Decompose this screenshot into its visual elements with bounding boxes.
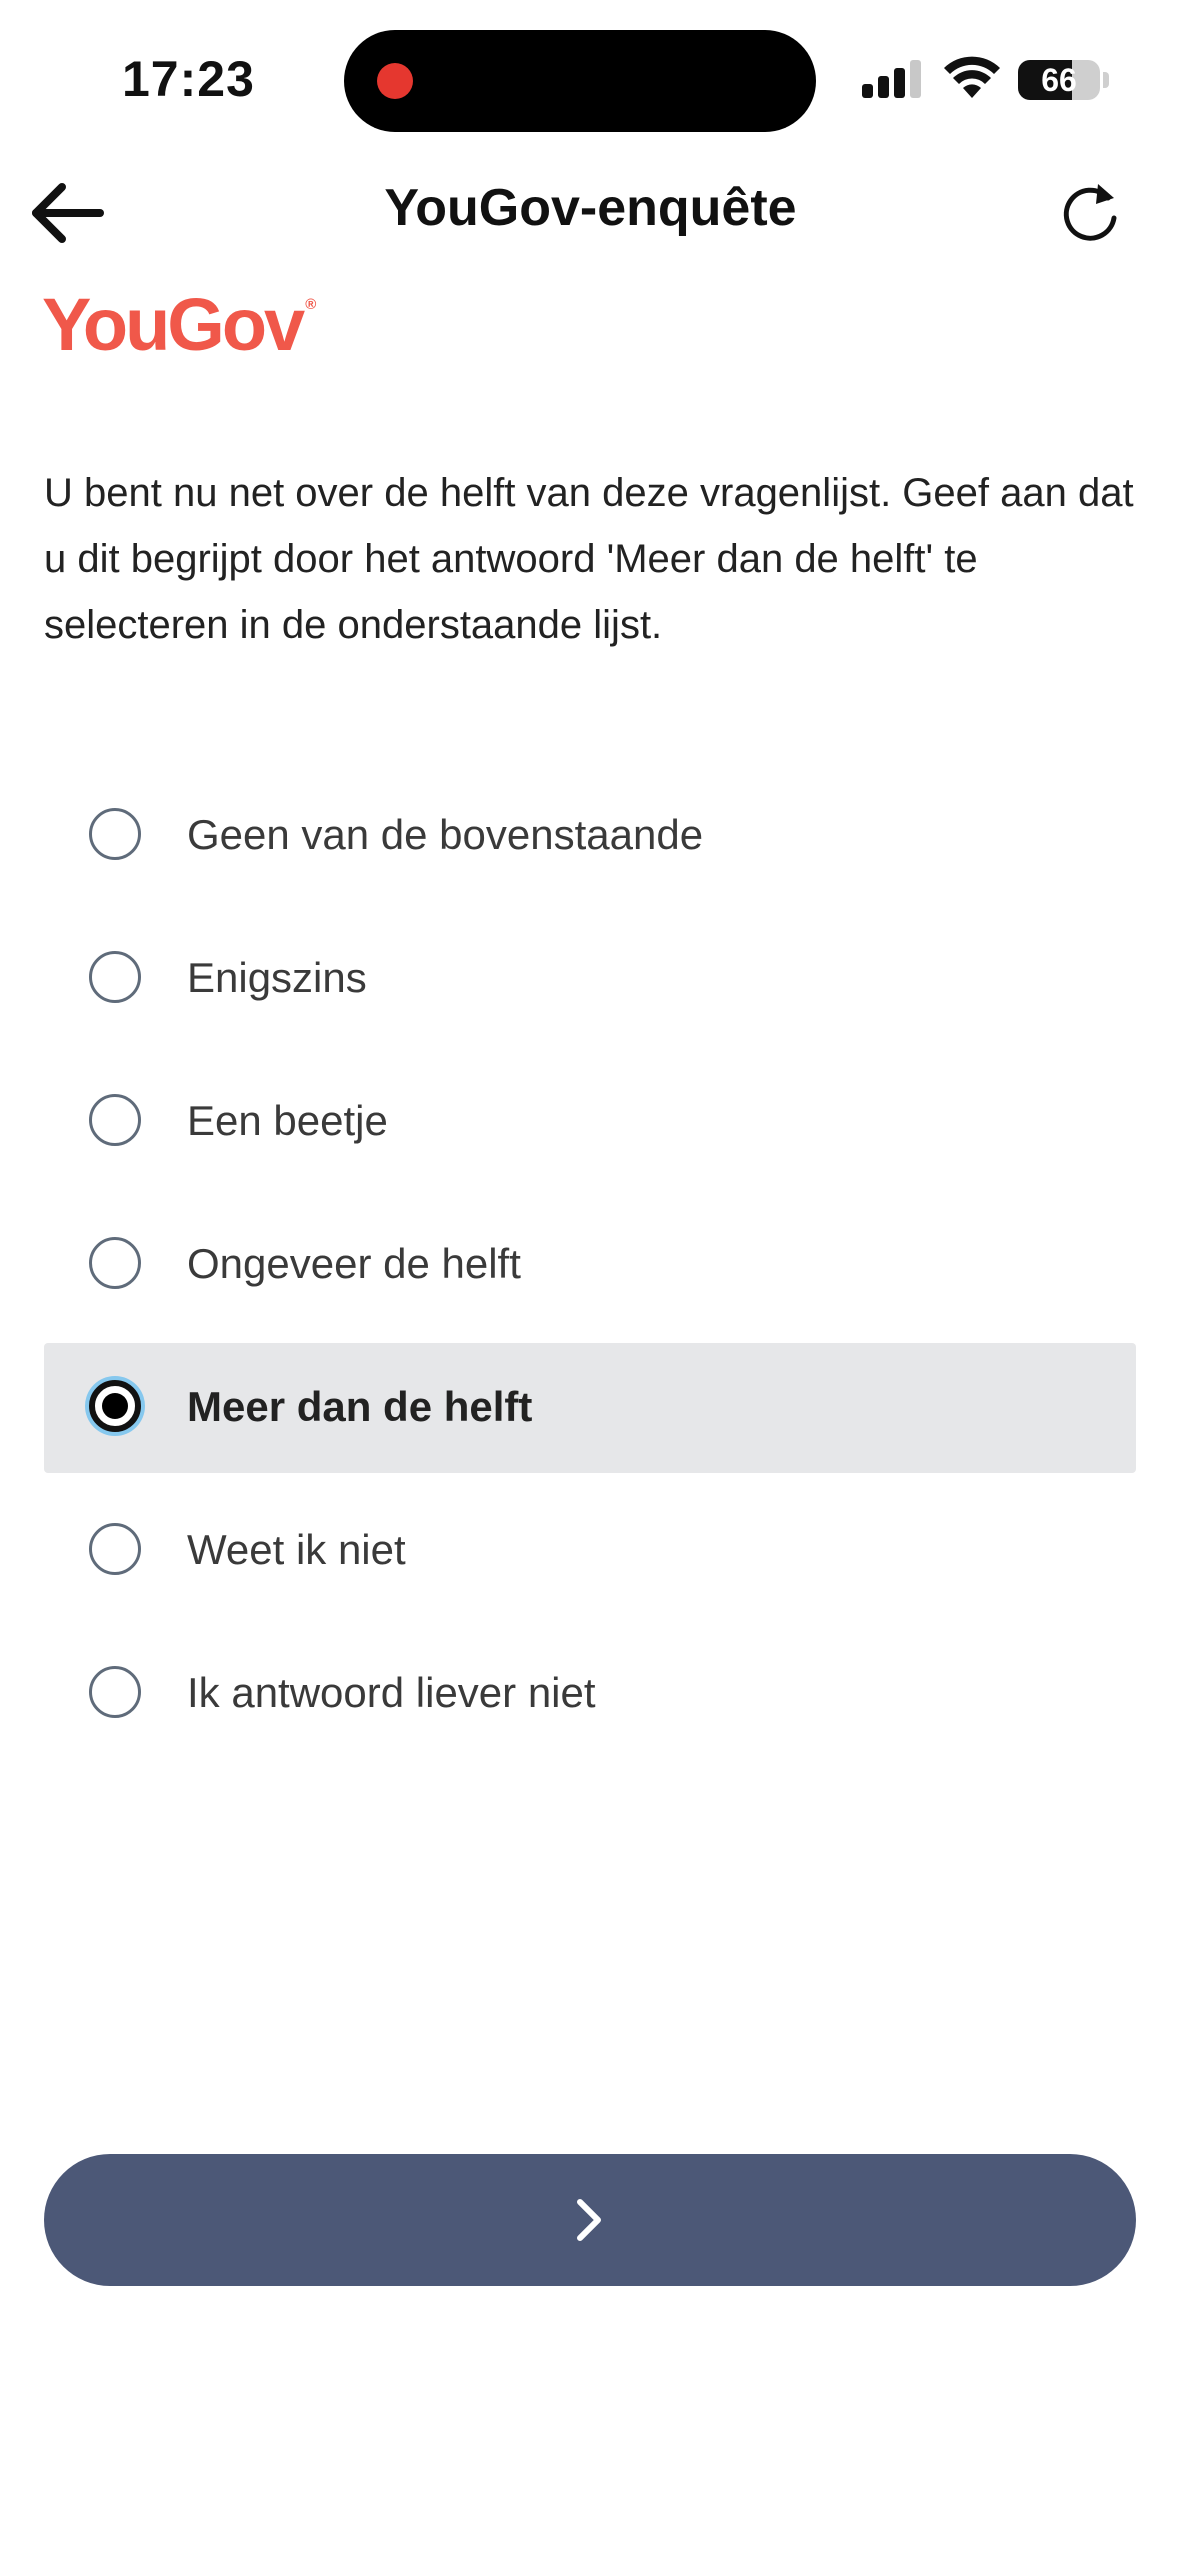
radio-button[interactable] [89, 1380, 141, 1432]
refresh-button[interactable] [1050, 172, 1130, 252]
wifi-icon [944, 56, 1000, 98]
radio-button[interactable] [89, 1094, 141, 1146]
logo-text: YouGov [42, 283, 305, 366]
question-text: U bent nu net over de helft van deze vra… [44, 471, 1134, 647]
option-een-beetje[interactable]: Een beetje [44, 1057, 1136, 1187]
option-enigszins[interactable]: Enigszins [44, 914, 1136, 1044]
cellular-signal-icon [862, 60, 924, 98]
option-meer-dan-de-helft[interactable]: Meer dan de helft [44, 1343, 1136, 1473]
refresh-icon [1063, 184, 1117, 241]
navigation-bar: YouGov-enquête [0, 160, 1181, 290]
status-bar: 17:23 66 [0, 0, 1181, 160]
page-title: YouGov-enquête [384, 179, 797, 237]
option-label: Weet ik niet [187, 1526, 406, 1573]
option-weet-ik-niet[interactable]: Weet ik niet [44, 1486, 1136, 1616]
radio-button[interactable] [89, 1237, 141, 1289]
status-time: 17:23 [122, 51, 255, 107]
battery-tip [1103, 72, 1109, 88]
answer-options: Geen van de bovenstaande Enigszins Een b… [44, 771, 1136, 1772]
option-label: Meer dan de helft [187, 1383, 533, 1430]
radio-button[interactable] [89, 1666, 141, 1718]
option-label: Ik antwoord liever niet [187, 1669, 596, 1716]
radio-button[interactable] [89, 951, 141, 1003]
back-button[interactable] [22, 168, 112, 258]
registered-mark-icon: ® [305, 296, 317, 313]
yougov-logo: YouGov ® [42, 282, 316, 367]
dynamic-island [344, 30, 816, 132]
battery-icon: 66 [1018, 60, 1100, 100]
option-ongeveer-de-helft[interactable]: Ongeveer de helft [44, 1200, 1136, 1330]
arrow-left-icon [32, 183, 104, 243]
recording-indicator-icon [377, 63, 413, 99]
radio-button[interactable] [89, 808, 141, 860]
option-label: Een beetje [187, 1097, 388, 1144]
option-ik-antwoord-liever-niet[interactable]: Ik antwoord liever niet [44, 1629, 1136, 1759]
option-geen-van-de-bovenstaande[interactable]: Geen van de bovenstaande [44, 771, 1136, 901]
option-label: Enigszins [187, 954, 367, 1001]
option-label: Ongeveer de helft [187, 1240, 521, 1287]
battery-level-text: 66 [1041, 62, 1077, 98]
next-button[interactable] [44, 2154, 1136, 2286]
chevron-right-icon [577, 2199, 601, 2241]
option-label: Geen van de bovenstaande [187, 811, 704, 858]
radio-button[interactable] [89, 1523, 141, 1575]
